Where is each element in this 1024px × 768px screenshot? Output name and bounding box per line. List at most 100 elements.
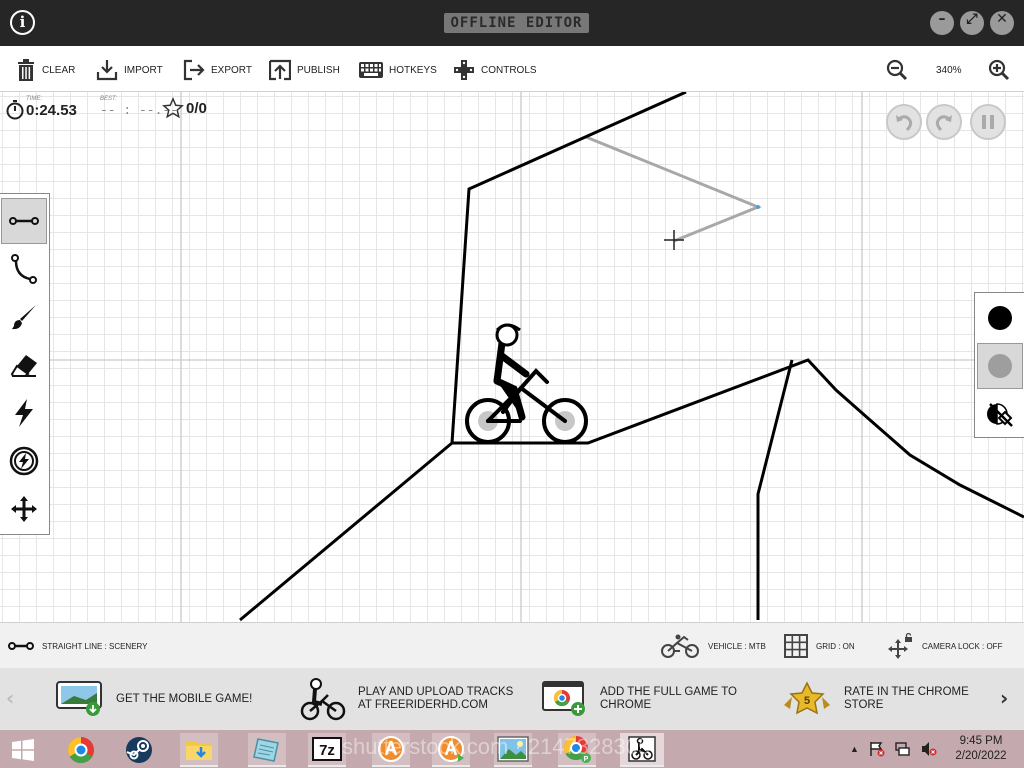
physics-line-ramp bbox=[239, 441, 453, 622]
pause-button[interactable] bbox=[970, 104, 1006, 140]
tool-move[interactable] bbox=[1, 486, 47, 532]
taskbar-steam[interactable] bbox=[120, 733, 158, 767]
start-button[interactable] bbox=[4, 733, 42, 767]
steam-icon bbox=[126, 737, 152, 763]
publish-button[interactable]: PUBLISH bbox=[269, 58, 340, 82]
file-explorer-icon bbox=[186, 741, 212, 760]
minimize-button[interactable]: – bbox=[930, 11, 954, 35]
hotkeys-button[interactable]: HOTKEYS bbox=[359, 58, 437, 82]
close-button[interactable]: ✕ bbox=[990, 11, 1014, 35]
scenery-color-button[interactable] bbox=[977, 343, 1023, 389]
taskbar-notes[interactable] bbox=[248, 733, 286, 767]
tool-panel bbox=[0, 193, 50, 535]
promo-mobile-game[interactable]: GET THE MOBILE GAME! bbox=[56, 676, 252, 722]
publish-icon bbox=[269, 59, 291, 81]
trash-icon bbox=[18, 59, 34, 81]
toolbar: CLEAR IMPORT EXPORT PUBLISH HOTKEYS CONT… bbox=[0, 46, 1024, 92]
export-icon bbox=[183, 59, 205, 81]
app-window: i OFFLINE EDITOR – ⤢ ✕ CLEAR IMPORT EXPO… bbox=[0, 0, 1024, 768]
line-type-panel bbox=[974, 292, 1024, 438]
publish-label: PUBLISH bbox=[297, 64, 340, 76]
promo-freerider-line1: PLAY AND UPLOAD TRACKS bbox=[358, 686, 514, 698]
notes-app-icon bbox=[253, 738, 279, 762]
brush-icon bbox=[12, 305, 36, 330]
export-label: EXPORT bbox=[211, 64, 252, 76]
maximize-button[interactable]: ⤢ bbox=[960, 11, 984, 35]
promo-freerider-line2: AT FREERIDERHD.COM bbox=[358, 699, 488, 711]
mode-label: STRAIGHT LINE : SCENERY bbox=[42, 641, 148, 651]
tool-straight-line[interactable] bbox=[1, 198, 47, 244]
status-bar: STRAIGHT LINE : SCENERY VEHICLE : MTB GR… bbox=[0, 622, 1024, 668]
eraser-icon bbox=[10, 355, 37, 377]
star-icon bbox=[162, 97, 184, 119]
export-button[interactable]: EXPORT bbox=[183, 58, 252, 82]
tray-expand-icon[interactable]: ▲ bbox=[850, 744, 859, 754]
tool-brush[interactable] bbox=[1, 294, 47, 340]
lightning-icon bbox=[15, 399, 33, 427]
rider-icon bbox=[300, 678, 346, 721]
tool-powerup-circle[interactable] bbox=[1, 438, 47, 484]
taskbar-7zip[interactable]: 7z bbox=[308, 733, 346, 767]
taskbar-file-explorer[interactable] bbox=[180, 733, 218, 767]
tool-powerup[interactable] bbox=[1, 390, 47, 436]
promo-rate-line1: RATE IN THE CHROME bbox=[844, 686, 969, 698]
chrome-icon bbox=[67, 736, 94, 764]
straight-line-icon bbox=[8, 642, 34, 650]
import-button[interactable]: IMPORT bbox=[96, 58, 163, 82]
track-canvas[interactable] bbox=[0, 92, 1024, 622]
stars-value: 0/0 bbox=[186, 99, 207, 117]
info-icon[interactable]: i bbox=[10, 10, 35, 35]
promo-freeriderhd[interactable]: PLAY AND UPLOAD TRACKS AT FREERIDERHD.CO… bbox=[300, 676, 513, 722]
keyboard-icon bbox=[359, 62, 383, 78]
tool-curve[interactable] bbox=[1, 246, 47, 292]
taskbar-chrome[interactable] bbox=[62, 733, 100, 767]
zoom-in-icon[interactable] bbox=[988, 59, 1010, 81]
move-arrows-icon bbox=[11, 496, 37, 522]
hide-lines-button[interactable] bbox=[977, 391, 1023, 437]
curve-icon bbox=[11, 254, 37, 284]
promo-prev-arrow[interactable]: ‹ bbox=[6, 686, 14, 710]
promo-chrome-line2: CHROME bbox=[600, 699, 652, 711]
redo-button[interactable] bbox=[926, 104, 962, 140]
rating-star-badge-icon: 5 bbox=[784, 681, 830, 715]
stock-watermark: shutterstock.com · 2147328305 bbox=[342, 734, 651, 759]
star-counter: 0/0 bbox=[162, 97, 207, 119]
system-tray: ▲ bbox=[850, 730, 937, 768]
hide-layer-icon bbox=[987, 403, 1013, 427]
promo-chrome[interactable]: ADD THE FULL GAME TO CHROME bbox=[542, 676, 737, 722]
clear-button[interactable]: CLEAR bbox=[16, 58, 75, 82]
controls-button[interactable]: CONTROLS bbox=[453, 58, 537, 82]
black-circle-icon bbox=[988, 306, 1012, 330]
promo-rate[interactable]: 5 RATE IN THE CHROME STORE bbox=[782, 676, 969, 722]
physics-color-button[interactable] bbox=[977, 295, 1023, 341]
undo-button[interactable] bbox=[886, 104, 922, 140]
scenery-line bbox=[585, 135, 762, 243]
taskbar-clock[interactable]: 9:45 PM 2/20/2022 bbox=[950, 734, 1012, 764]
crosshair-cursor bbox=[664, 230, 684, 250]
controls-label: CONTROLS bbox=[481, 64, 537, 76]
clock-date: 2/20/2022 bbox=[955, 750, 1007, 762]
grid-toggle[interactable]: GRID : ON bbox=[784, 633, 855, 659]
camera-lock-icon bbox=[888, 633, 912, 659]
undo-icon bbox=[896, 115, 913, 132]
tool-eraser[interactable] bbox=[1, 342, 47, 388]
volume-muted-icon[interactable] bbox=[921, 741, 937, 757]
windows-start-icon bbox=[12, 739, 34, 761]
action-center-flag-icon[interactable] bbox=[869, 741, 885, 757]
grey-circle-icon bbox=[988, 354, 1012, 378]
chrome-add-icon bbox=[542, 681, 585, 716]
clock-time: 9:45 PM bbox=[959, 735, 1003, 747]
camera-label: CAMERA LOCK : OFF bbox=[922, 641, 1003, 651]
track-drawing bbox=[0, 92, 1024, 622]
promo-chrome-line1: ADD THE FULL GAME TO bbox=[600, 686, 737, 698]
promo-next-arrow[interactable]: › bbox=[1000, 686, 1008, 710]
camera-lock-toggle[interactable]: CAMERA LOCK : OFF bbox=[886, 633, 1002, 659]
vehicle-label: VEHICLE : MTB bbox=[708, 641, 766, 651]
time-value: 0:24.53 bbox=[26, 102, 77, 119]
straight-line-icon bbox=[9, 217, 39, 225]
zoom-out-icon[interactable] bbox=[886, 59, 908, 81]
vehicle-toggle[interactable]: VEHICLE : MTB bbox=[660, 633, 766, 659]
grid-icon bbox=[784, 634, 808, 658]
promo-mobile-text: GET THE MOBILE GAME! bbox=[116, 692, 253, 705]
network-icon[interactable] bbox=[895, 741, 911, 757]
